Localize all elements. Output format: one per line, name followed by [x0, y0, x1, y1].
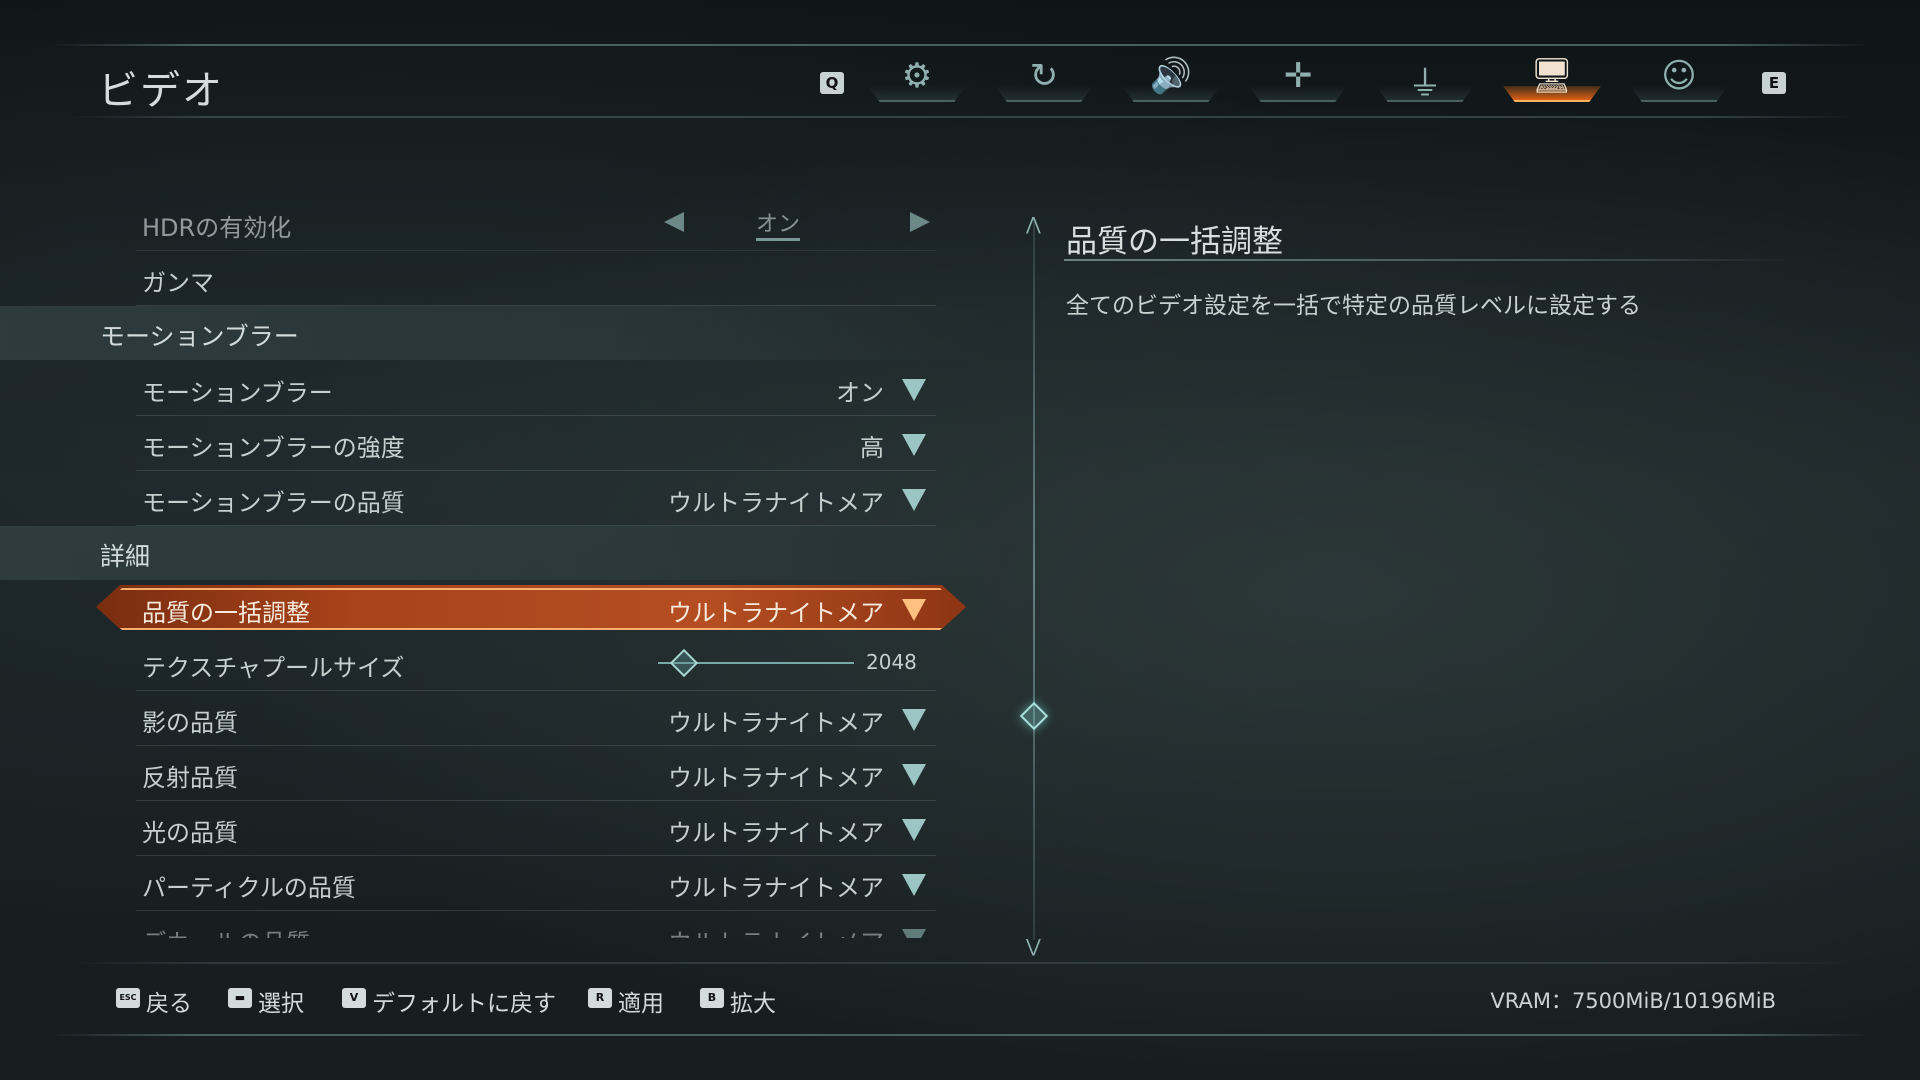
speaker-icon: 🔊 [1149, 56, 1193, 96]
row-shadow-quality[interactable]: 影の品質 ウルトラナイトメア [136, 691, 936, 746]
description-title: 品質の一括調整 [1066, 224, 1283, 260]
header-rule [70, 116, 1850, 118]
section-header: モーションブラー [0, 306, 1000, 360]
apply-label: 適用 [618, 991, 664, 1017]
gears-icon: ⚙ [901, 56, 933, 96]
dropdown-arrow-icon[interactable] [902, 764, 926, 786]
dropdown-arrow-icon[interactable] [902, 489, 926, 511]
row-label: モーションブラーの品質 [142, 489, 405, 517]
reset-default-label: デフォルトに戻す [372, 991, 556, 1017]
footer-top-rule [70, 962, 1850, 964]
slider-handle[interactable] [669, 648, 699, 678]
row-label: テクスチャプールサイズ [142, 654, 405, 682]
row-label: HDRの有効化 [142, 214, 292, 242]
row-motion-blur[interactable]: モーションブラー オン [136, 361, 936, 416]
tab-general[interactable]: ⚙ [868, 50, 966, 108]
vram-readout: VRAM：7500MiB/10196MiB [1490, 989, 1776, 1013]
monitor-icon: 🖥 [1530, 56, 1574, 96]
section-label: 詳細 [100, 542, 151, 571]
row-quality-preset[interactable]: 品質の一括調整 ウルトラナイトメア [136, 581, 936, 635]
row-value: オン [756, 206, 801, 241]
slider-value: 2048 [866, 650, 917, 674]
dropdown-arrow-icon[interactable] [902, 379, 926, 401]
row-value: ウルトラナイトメア [668, 819, 884, 847]
accessibility-icon: ☺ [1661, 56, 1697, 96]
row-label: 影の品質 [142, 709, 238, 737]
row-reflection-quality[interactable]: 反射品質 ウルトラナイトメア [136, 746, 936, 801]
row-light-quality[interactable]: 光の品質 ウルトラナイトメア [136, 801, 936, 856]
back-label: 戻る [146, 991, 192, 1017]
row-value: ウルトラナイトメア [668, 764, 884, 792]
row-value: オン [836, 379, 884, 407]
tab-audio[interactable]: 🔊 [1122, 50, 1220, 108]
settings-list: HDRの有効化 オン ガンマ モーションブラー モーションブラー オン モーショ… [0, 196, 1000, 938]
tab-accessibility[interactable]: ☺ [1630, 50, 1728, 108]
row-label: パーティクルの品質 [142, 874, 356, 902]
dropdown-arrow-icon[interactable] [902, 434, 926, 456]
section-label: モーションブラー [100, 322, 299, 351]
row-hdr[interactable]: HDRの有効化 オン [136, 196, 936, 251]
row-label: 光の品質 [142, 819, 238, 847]
dropdown-arrow-icon[interactable] [902, 819, 926, 841]
esc-key-icon: ESC [116, 988, 140, 1008]
row-value: ウルトラナイトメア [668, 709, 884, 737]
row-motion-strength[interactable]: モーションブラーの強度 高 [136, 416, 936, 471]
rotate-icon: ↻ [1029, 56, 1059, 96]
row-label: 品質の一括調整 [142, 599, 310, 627]
description-divider [1064, 259, 1794, 261]
row-label: 反射品質 [142, 764, 238, 792]
joystick-icon: ⏚ [1408, 64, 1442, 104]
arrow-right-icon[interactable] [910, 212, 930, 232]
row-value: ウルトラナイトメア [668, 599, 884, 627]
row-motion-quality[interactable]: モーションブラーの品質 ウルトラナイトメア [136, 471, 936, 526]
category-tabs: Q ⚙ ↻ 🔊 ✛ ⏚ 🖥 ☺ E [818, 50, 1798, 110]
row-texture-pool[interactable]: テクスチャプールサイズ 2048 [136, 636, 936, 691]
select-label: 選択 [258, 991, 304, 1017]
page-title: ビデオ [98, 68, 224, 114]
row-value: 高 [860, 434, 884, 462]
row-value: ウルトラナイトメア [668, 874, 884, 902]
row-value: ウルトラナイトメア [668, 489, 884, 517]
row-particle-quality[interactable]: パーティクルの品質 ウルトラナイトメア [136, 856, 936, 911]
space-key-icon: ▬ [228, 988, 252, 1008]
row-label: モーションブラー [142, 379, 333, 407]
v-key-icon: V [342, 988, 366, 1008]
row-label: モーションブラーの強度 [142, 434, 405, 462]
arrow-left-icon[interactable] [664, 212, 684, 232]
move-icon: ✛ [1283, 56, 1313, 96]
description-text: 全てのビデオ設定を一括で特定の品質レベルに設定する [1066, 293, 1641, 319]
next-tab-key[interactable]: E [1762, 72, 1786, 94]
scroll-down-icon[interactable]: ⋁ [1026, 936, 1041, 957]
row-gamma[interactable]: ガンマ [136, 251, 936, 306]
dropdown-arrow-icon[interactable] [902, 599, 926, 621]
prev-tab-key[interactable]: Q [820, 72, 844, 94]
row-label: デカールの品質 [142, 923, 310, 938]
b-key-icon: B [700, 988, 724, 1008]
tab-controls[interactable]: ✛ [1249, 50, 1347, 108]
section-header: 詳細 [0, 526, 1000, 580]
scrollbar-track[interactable] [1033, 218, 1035, 940]
r-key-icon: R [588, 988, 612, 1008]
bottom-frame-line [50, 1034, 1870, 1036]
row-value: ウルトラナイトメア [668, 923, 884, 938]
tab-video[interactable]: 🖥 [1503, 50, 1601, 108]
zoom-label: 拡大 [730, 991, 776, 1017]
scrollbar-thumb[interactable] [1019, 701, 1049, 731]
tab-gamepad[interactable]: ⏚ [1376, 50, 1474, 108]
row-decal-quality[interactable]: デカールの品質 ウルトラナイトメア [136, 911, 936, 938]
dropdown-arrow-icon[interactable] [902, 874, 926, 896]
dropdown-arrow-icon[interactable] [902, 709, 926, 731]
tab-camera[interactable]: ↻ [995, 50, 1093, 108]
dropdown-arrow-icon[interactable] [902, 929, 926, 938]
top-frame-line [50, 44, 1870, 46]
row-label: ガンマ [142, 269, 214, 297]
